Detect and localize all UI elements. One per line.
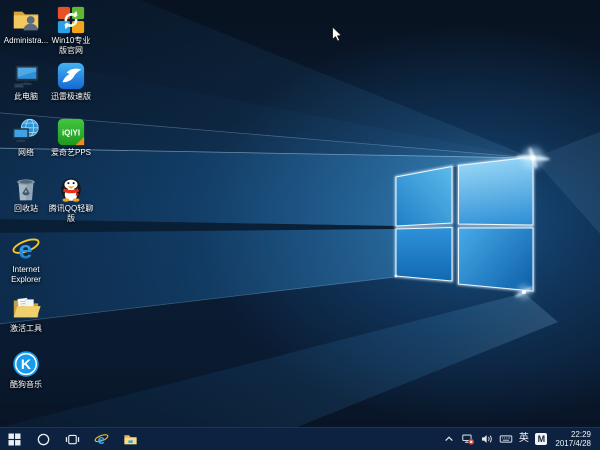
taskbar: e 英 M 22:29 2017/4/28 xyxy=(0,427,600,450)
taskbar-button-file-explorer[interactable] xyxy=(116,428,145,450)
desktop-icon-this-pc[interactable]: 此电脑 xyxy=(3,61,49,102)
qq-penguin-icon xyxy=(56,173,86,203)
iqiyi-icon: iQIYI xyxy=(56,117,86,147)
desktop-icon-label: 回收站 xyxy=(14,204,38,213)
svg-text:iQIYI: iQIYI xyxy=(62,128,80,137)
tray-touch-keyboard[interactable] xyxy=(496,428,515,450)
recycle-bin-icon xyxy=(11,173,41,203)
system-tray: 英 M 22:29 2017/4/28 xyxy=(439,428,600,450)
svg-text:e: e xyxy=(18,236,32,264)
desktop-icon-label: 爱奇艺PPS xyxy=(50,148,91,157)
desktop-icon-label: Internet Explorer xyxy=(11,265,41,284)
desktop-icon-label: 酷狗音乐 xyxy=(10,380,42,389)
desktop-icon-recycle-bin[interactable]: 回收站 xyxy=(3,173,49,214)
taskbar-buttons: e xyxy=(0,428,145,450)
desktop-icon-label: 此电脑 xyxy=(14,92,38,101)
task-view-icon xyxy=(65,432,80,447)
clock-time: 22:29 xyxy=(570,430,591,439)
taskbar-button-task-view[interactable] xyxy=(58,428,87,450)
ime-badge[interactable]: M xyxy=(535,433,548,445)
taskbar-button-start[interactable] xyxy=(0,428,29,450)
desktop-icon-label: Administra... xyxy=(3,36,49,45)
desktop: Administra... Win10专业版官网 此电脑 迅雷极速版 网络 iQ… xyxy=(0,0,600,450)
network-disconnected-icon xyxy=(461,432,475,446)
tray-hidden-icons[interactable] xyxy=(439,428,458,450)
taskbar-button-cortana-search[interactable] xyxy=(29,428,58,450)
speaker-icon xyxy=(480,432,494,446)
desktop-icon-iqiyi-pps[interactable]: iQIYI 爱奇艺PPS xyxy=(48,117,94,158)
circle-outline-icon xyxy=(36,432,51,447)
desktop-icon-label: 网络 xyxy=(18,148,34,157)
desktop-icon-label: 迅雷极速版 xyxy=(51,92,91,101)
taskbar-button-internet-explorer[interactable]: e xyxy=(87,428,116,450)
monitor-pc-icon xyxy=(11,61,41,91)
desktop-icon-label: 激活工具 xyxy=(10,324,42,333)
language-indicator[interactable]: 英 xyxy=(515,428,532,450)
desktop-icon-internet-explorer[interactable]: e Internet Explorer xyxy=(3,234,49,284)
tray-volume[interactable] xyxy=(477,428,496,450)
desktop-icon-win10-pro-site[interactable]: Win10专业版官网 xyxy=(48,5,94,55)
desktop-icon-activation-tool[interactable]: 激活工具 xyxy=(3,293,49,334)
desktop-icon-administrator[interactable]: Administra... xyxy=(3,5,49,46)
clock-date: 2017/4/28 xyxy=(555,439,591,448)
user-folder-icon xyxy=(11,5,41,35)
docs-folder-icon xyxy=(11,293,41,323)
ie-icon: e xyxy=(11,234,41,264)
network-globe-icon xyxy=(11,117,41,147)
win10-refresh-icon xyxy=(56,5,86,35)
desktop-icon-network[interactable]: 网络 xyxy=(3,117,49,158)
svg-text:e: e xyxy=(98,433,105,447)
desktop-icon-label: Win10专业版官网 xyxy=(51,36,91,55)
svg-text:K: K xyxy=(21,356,32,372)
ie-small-icon: e xyxy=(94,432,109,447)
kugou-icon: K xyxy=(11,349,41,379)
xunlei-bird-icon xyxy=(56,61,86,91)
chevron-up-icon xyxy=(442,432,456,446)
desktop-icon-label: 腾讯QQ轻聊版 xyxy=(48,204,94,223)
windows-flag-icon xyxy=(7,432,22,447)
tray-icons xyxy=(439,428,515,450)
desktop-icon-xunlei[interactable]: 迅雷极速版 xyxy=(48,61,94,102)
tray-network-status[interactable] xyxy=(458,428,477,450)
desktop-icon-kugou-music[interactable]: K 酷狗音乐 xyxy=(3,349,49,390)
explorer-folder-icon xyxy=(123,432,138,447)
desktop-icon-qq-light[interactable]: 腾讯QQ轻聊版 xyxy=(48,173,94,223)
keyboard-icon xyxy=(499,432,513,446)
taskbar-clock[interactable]: 22:29 2017/4/28 xyxy=(551,430,597,448)
